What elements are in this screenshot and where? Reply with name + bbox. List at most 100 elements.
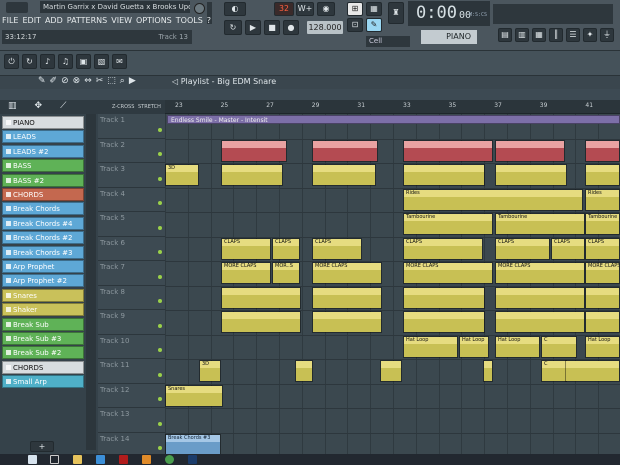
pattern-clip[interactable]: 3D bbox=[165, 164, 199, 186]
chat-icon[interactable]: ✉ bbox=[112, 54, 127, 69]
pattern-clip[interactable] bbox=[312, 311, 382, 333]
menu-file[interactable]: FILE bbox=[2, 15, 18, 27]
pattern-clip[interactable] bbox=[312, 164, 376, 186]
channel-7[interactable]: Break Chords #4 bbox=[2, 216, 84, 230]
track-header[interactable]: Track 3 bbox=[98, 163, 165, 188]
channel-4[interactable]: BASS #2 bbox=[2, 173, 84, 187]
pattern-clip[interactable] bbox=[221, 164, 283, 186]
mixer-icon[interactable]: ║ bbox=[549, 28, 563, 42]
pattern-clip[interactable]: Tambourine bbox=[585, 213, 620, 235]
plugin-picker-icon[interactable]: ✦ bbox=[583, 28, 597, 42]
pattern-clip[interactable] bbox=[312, 286, 382, 309]
track-header[interactable]: Track 10 bbox=[98, 335, 165, 359]
refresh-icon[interactable]: ↻ bbox=[22, 54, 37, 69]
track-active-icon[interactable] bbox=[158, 421, 162, 426]
channel-16[interactable]: Break Sub #2 bbox=[2, 346, 84, 360]
stretch-label[interactable]: STRETCH bbox=[138, 104, 161, 110]
pattern-clip[interactable] bbox=[495, 311, 585, 333]
pattern-clip[interactable]: CLAPS bbox=[221, 237, 271, 260]
browser-icon[interactable]: ☰ bbox=[566, 28, 580, 42]
track-active-icon[interactable] bbox=[158, 201, 162, 205]
pattern-clip[interactable]: Hat Loop bbox=[403, 335, 458, 358]
power-icon[interactable]: ⏻ bbox=[4, 54, 19, 69]
step-edit-button[interactable]: W+ bbox=[296, 2, 314, 16]
channel-15[interactable]: Break Sub #3 bbox=[2, 332, 84, 345]
pattern-clip[interactable] bbox=[495, 286, 585, 309]
channel-18[interactable]: Small Arp bbox=[2, 375, 84, 389]
channel-2[interactable]: LEADS #2 bbox=[2, 144, 84, 158]
template-icon[interactable]: ▧ bbox=[94, 54, 109, 69]
pattern-clip[interactable] bbox=[221, 139, 287, 162]
pattern-clip[interactable] bbox=[403, 164, 485, 186]
pattern-clip[interactable]: Snares bbox=[165, 384, 223, 407]
channel-3[interactable]: BASS bbox=[2, 159, 84, 173]
waveform-icon[interactable]: ♫ bbox=[58, 54, 73, 69]
pattern-clip[interactable]: MORE CLAPS bbox=[585, 262, 620, 284]
chrome-icon[interactable] bbox=[165, 455, 174, 464]
slice-tool-icon[interactable]: ✂ bbox=[96, 76, 104, 86]
channel-12[interactable]: Snares bbox=[2, 288, 84, 302]
channel-rack-icon[interactable]: ▦ bbox=[532, 28, 546, 42]
track-header[interactable]: Track 9 bbox=[98, 310, 165, 335]
pattern-clip[interactable]: MORE CLAPS bbox=[495, 262, 585, 284]
pattern-clip[interactable]: MORE CLAPS bbox=[312, 262, 382, 284]
draw-tool-icon[interactable]: ✎ bbox=[38, 76, 46, 86]
pattern-clip[interactable]: Hat Loop bbox=[495, 335, 540, 358]
pattern-clip[interactable]: Hat Loop bbox=[585, 335, 620, 358]
channel-8[interactable]: Break Chords #2 bbox=[2, 231, 84, 245]
pattern-clip[interactable] bbox=[403, 286, 485, 309]
explorer-icon[interactable] bbox=[73, 455, 82, 464]
track-header[interactable]: Track 4 bbox=[98, 188, 165, 212]
track-header[interactable]: Track 12 bbox=[98, 384, 165, 408]
channel-17[interactable]: CHORDS bbox=[2, 360, 84, 374]
track-active-icon[interactable] bbox=[158, 152, 162, 156]
channel-0[interactable]: PIANO bbox=[2, 116, 84, 129]
snap-select[interactable]: Cell bbox=[366, 36, 410, 47]
pattern-clip[interactable]: MORE CLAPS bbox=[221, 262, 271, 284]
pattern-clip[interactable]: Tambourine bbox=[495, 213, 585, 235]
delete-tool-icon[interactable]: ⊘ bbox=[61, 76, 69, 86]
menu-edit[interactable]: EDIT bbox=[22, 15, 40, 27]
pattern-clip[interactable] bbox=[221, 311, 301, 333]
pattern-clip[interactable]: C bbox=[541, 360, 567, 382]
pattern-clip[interactable] bbox=[495, 139, 565, 162]
windows-start-icon[interactable] bbox=[28, 455, 37, 464]
save-icon[interactable]: ▣ bbox=[76, 54, 91, 69]
taskview-icon[interactable] bbox=[50, 455, 59, 464]
track-active-icon[interactable] bbox=[158, 397, 162, 401]
track-header[interactable]: Track 11 bbox=[98, 359, 165, 384]
photoshop-icon[interactable] bbox=[188, 455, 197, 464]
pattern-clip[interactable] bbox=[295, 360, 313, 382]
channel-5[interactable]: CHORDS bbox=[2, 188, 84, 201]
timeline-ruler[interactable]: 23 25 27 29 31 33 35 37 39 41 bbox=[165, 100, 620, 114]
pattern-clip[interactable]: 3D bbox=[199, 360, 221, 382]
pattern-clip[interactable]: MORE CLAPS bbox=[403, 262, 493, 284]
fl-studio-icon[interactable] bbox=[142, 455, 151, 464]
speaker-icon[interactable]: ♪ bbox=[40, 54, 55, 69]
track-active-icon[interactable] bbox=[158, 372, 162, 377]
pattern-clip[interactable]: Tambourine bbox=[403, 213, 493, 235]
edge-icon[interactable] bbox=[96, 455, 105, 464]
tools-icon[interactable]: ⟋ bbox=[60, 101, 66, 111]
netflix-icon[interactable] bbox=[119, 455, 128, 464]
channel-6[interactable]: Break Chords bbox=[2, 202, 84, 216]
track-active-icon[interactable] bbox=[158, 348, 162, 352]
piano-roll-icon[interactable]: ▥ bbox=[515, 28, 529, 42]
pattern-clip[interactable]: CLAPS bbox=[585, 237, 620, 260]
track-header[interactable]: Track 1 bbox=[98, 114, 165, 139]
pattern-clip[interactable]: Endless Smile - Master - Intensit bbox=[167, 115, 620, 124]
pattern-clip[interactable]: CLAPS bbox=[551, 237, 585, 260]
blend-icon[interactable]: ✎ bbox=[366, 18, 382, 32]
pattern-clip[interactable] bbox=[312, 139, 378, 162]
typing-keyboard-icon[interactable]: ▦ bbox=[366, 2, 382, 16]
pattern-clip[interactable] bbox=[495, 164, 567, 186]
pattern-clip[interactable]: C bbox=[541, 335, 577, 358]
pattern-clip[interactable]: Rides bbox=[403, 188, 583, 211]
tempo-display[interactable]: 128.000 bbox=[307, 21, 343, 34]
track-header[interactable]: Track 5 bbox=[98, 212, 165, 237]
pattern-clip[interactable]: CLAPS bbox=[272, 237, 300, 260]
track-active-icon[interactable] bbox=[158, 299, 162, 303]
pattern-clip[interactable] bbox=[380, 360, 402, 382]
playback-tool-icon[interactable]: ▶ bbox=[129, 76, 136, 86]
track-active-icon[interactable] bbox=[158, 176, 162, 181]
